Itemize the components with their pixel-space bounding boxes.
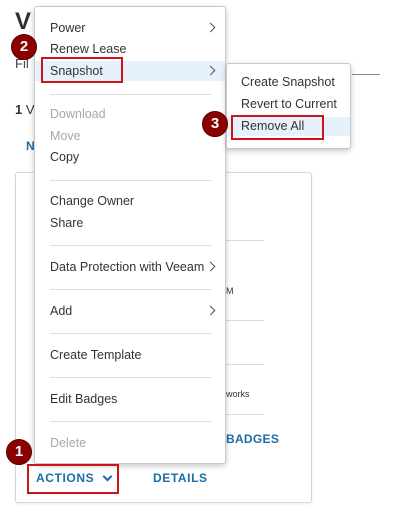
menu-divider — [50, 180, 212, 181]
submenu-item-remove-all[interactable]: Remove All — [227, 117, 350, 136]
item-count-number: 1 — [15, 102, 23, 117]
actions-label: ACTIONS — [36, 471, 95, 485]
menu-item-label: Share — [50, 216, 84, 230]
menu-item-label: Change Owner — [50, 194, 135, 208]
menu-item-data-protection-veeam[interactable]: Data Protection with Veeam — [35, 257, 225, 277]
menu-item-label: Snapshot — [50, 64, 103, 78]
submenu-item-label: Revert to Current — [241, 97, 337, 111]
menu-item-edit-badges[interactable]: Edit Badges — [35, 389, 225, 409]
menu-item-label: Download — [50, 107, 106, 121]
menu-item-label: Copy — [50, 150, 80, 164]
edit-badges-link[interactable]: BADGES — [226, 432, 279, 446]
snapshot-submenu: Create Snapshot Revert to Current Remove… — [226, 63, 351, 149]
chevron-right-icon — [205, 22, 216, 33]
card-text-fragment: M — [226, 286, 234, 296]
submenu-item-label: Create Snapshot — [241, 75, 335, 89]
submenu-item-create-snapshot[interactable]: Create Snapshot — [227, 73, 350, 92]
menu-item-label: Create Template — [50, 348, 142, 362]
chevron-right-icon — [205, 65, 216, 76]
menu-item-delete[interactable]: Delete — [35, 433, 225, 453]
menu-divider — [50, 421, 212, 422]
callout-badge-2: 2 — [11, 34, 37, 60]
actions-button[interactable]: ACTIONS — [36, 471, 113, 485]
card-text-fragment: works — [226, 389, 250, 399]
chevron-right-icon — [205, 305, 216, 316]
menu-item-snapshot[interactable]: Snapshot — [35, 61, 225, 81]
menu-item-label: Move — [50, 129, 81, 143]
callout-badge-3: 3 — [202, 111, 228, 137]
menu-item-label: Add — [50, 304, 73, 318]
page-title: V — [15, 8, 32, 35]
card-divider — [226, 320, 264, 321]
menu-item-renew-lease[interactable]: Renew Lease — [35, 39, 225, 59]
menu-item-share[interactable]: Share — [35, 213, 225, 233]
menu-item-power[interactable]: Power — [35, 18, 225, 38]
menu-item-label: Renew Lease — [50, 42, 127, 56]
details-button[interactable]: DETAILS — [153, 471, 208, 485]
menu-item-label: Data Protection with Veeam — [50, 260, 205, 274]
item-count: 1 V — [15, 102, 35, 117]
menu-item-change-owner[interactable]: Change Owner — [35, 191, 225, 211]
card-divider — [226, 364, 264, 365]
menu-item-add[interactable]: Add — [35, 301, 225, 321]
menu-divider — [50, 377, 212, 378]
menu-item-label: Delete — [50, 436, 87, 450]
menu-item-label: Power — [50, 21, 86, 35]
menu-divider — [50, 245, 212, 246]
menu-item-create-template[interactable]: Create Template — [35, 345, 225, 365]
actions-menu: Power Renew Lease Snapshot Download Move… — [34, 6, 226, 464]
submenu-item-revert-to-current[interactable]: Revert to Current — [227, 95, 350, 114]
chevron-right-icon — [205, 261, 216, 272]
menu-item-label: Edit Badges — [50, 392, 118, 406]
menu-item-move[interactable]: Move — [35, 126, 225, 146]
card-divider — [226, 414, 264, 415]
submenu-item-label: Remove All — [241, 119, 305, 133]
filter-input[interactable] — [352, 74, 380, 75]
chevron-down-icon — [102, 471, 113, 481]
menu-divider — [50, 289, 212, 290]
menu-divider — [50, 94, 212, 95]
callout-badge-1: 1 — [6, 439, 32, 465]
card-divider — [226, 240, 264, 241]
menu-item-copy[interactable]: Copy — [35, 147, 225, 167]
menu-divider — [50, 333, 212, 334]
menu-item-download[interactable]: Download — [35, 104, 225, 124]
